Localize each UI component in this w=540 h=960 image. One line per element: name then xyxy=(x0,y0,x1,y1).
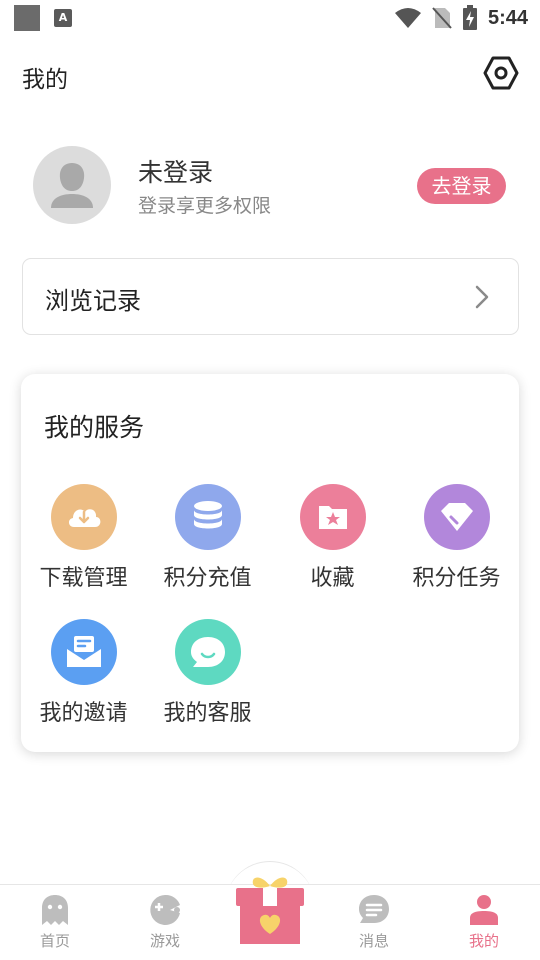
status-bar: A 5:44 xyxy=(0,0,540,36)
nav-games[interactable]: 游戏 xyxy=(125,893,205,955)
folder-star-icon xyxy=(318,506,347,529)
envelope-icon xyxy=(66,636,101,667)
service-download-manager[interactable]: 下载管理 xyxy=(21,484,146,594)
chevron-right-icon xyxy=(475,285,489,309)
service-points-recharge[interactable]: 积分充值 xyxy=(145,484,270,594)
diamond-icon xyxy=(440,503,473,531)
service-icon-circle xyxy=(423,484,490,550)
gamepad-icon xyxy=(150,894,180,925)
service-label: 我的客服 xyxy=(163,701,252,726)
nav-messages[interactable]: 消息 xyxy=(334,893,414,955)
gift-box-icon xyxy=(236,877,304,944)
coins-stack-icon xyxy=(193,501,222,529)
battery-charging-icon xyxy=(462,5,477,30)
page-title: 我的 xyxy=(22,67,68,93)
service-label: 下载管理 xyxy=(39,566,128,591)
ghost-icon xyxy=(42,895,68,925)
browse-history-row[interactable]: 浏览记录 xyxy=(22,258,519,335)
service-my-invitations[interactable]: 我的邀请 xyxy=(21,619,146,729)
services-card: 我的服务 下载管理 积分充值 收藏 积分任务 我的邀请 我的客服 xyxy=(21,374,519,752)
center-gift-button[interactable] xyxy=(231,872,309,948)
status-icons: 5:44 xyxy=(394,4,528,32)
profile-name[interactable]: 未登录 xyxy=(138,153,213,189)
status-time: 5:44 xyxy=(487,6,528,29)
services-title: 我的服务 xyxy=(44,413,145,442)
nav-mine[interactable]: 我的 xyxy=(444,893,524,955)
chat-bubble-icon xyxy=(190,637,225,667)
nav-home[interactable]: 首页 xyxy=(15,893,95,955)
person-icon xyxy=(470,895,498,925)
default-avatar-icon xyxy=(51,163,93,208)
nav-label: 消息 xyxy=(358,932,389,950)
cloud-download-icon xyxy=(68,509,100,527)
service-points-tasks[interactable]: 积分任务 xyxy=(394,484,519,594)
no-sim-icon xyxy=(432,7,452,29)
settings-hexagon-icon xyxy=(483,56,519,90)
settings-button[interactable] xyxy=(482,54,520,92)
service-icon-circle xyxy=(174,619,241,685)
service-icon-circle xyxy=(50,619,117,685)
service-label: 我的邀请 xyxy=(39,701,128,726)
notification-letter-icon: A xyxy=(54,9,72,27)
service-label: 积分充值 xyxy=(163,566,252,591)
login-button[interactable]: 去登录 xyxy=(417,168,506,204)
message-icon xyxy=(359,895,389,923)
service-icon-circle xyxy=(50,484,117,550)
service-label: 收藏 xyxy=(310,566,355,591)
profile-subtitle: 登录享更多权限 xyxy=(138,195,272,217)
notification-thumbnail-icon xyxy=(14,5,40,31)
nav-label: 我的 xyxy=(468,932,499,950)
avatar[interactable] xyxy=(33,146,111,224)
nav-label: 游戏 xyxy=(149,932,180,950)
wifi-icon xyxy=(394,8,421,28)
service-favorites[interactable]: 收藏 xyxy=(270,484,395,594)
service-icon-circle xyxy=(174,484,241,550)
browse-history-label: 浏览记录 xyxy=(45,287,141,315)
service-label: 积分任务 xyxy=(412,566,501,591)
nav-label: 首页 xyxy=(39,932,70,950)
service-icon-circle xyxy=(299,484,366,550)
service-customer-support[interactable]: 我的客服 xyxy=(145,619,270,729)
